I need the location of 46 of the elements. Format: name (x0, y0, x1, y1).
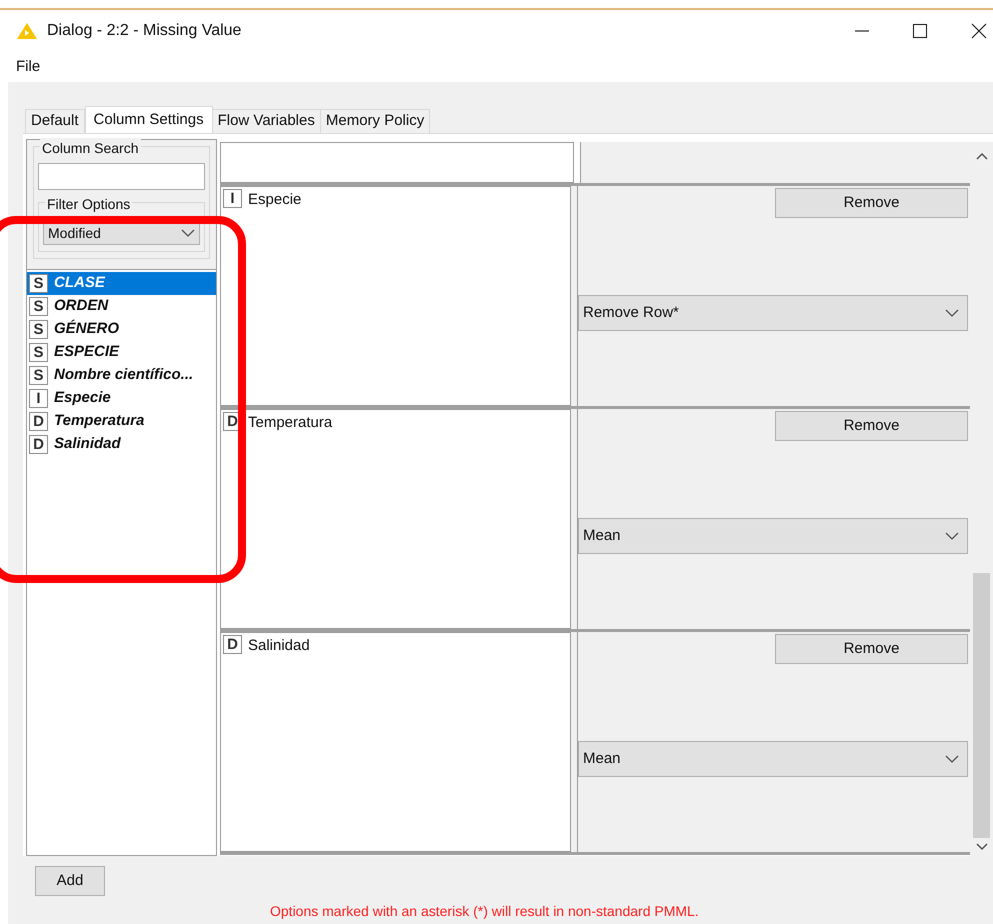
type-icon: D (29, 412, 48, 431)
scroll-thumb[interactable] (973, 573, 990, 838)
method-dropdown[interactable]: Remove Row* (578, 295, 968, 331)
maximize-icon[interactable] (913, 24, 927, 38)
type-icon: S (29, 366, 48, 385)
type-icon: S (29, 343, 48, 362)
tab[interactable]: Memory Policy (320, 109, 430, 133)
type-icon: D (223, 635, 242, 654)
type-icon: S (29, 297, 48, 316)
remove-button[interactable]: Remove (775, 634, 968, 664)
search-field[interactable] (38, 163, 205, 190)
close-icon[interactable] (971, 23, 987, 39)
tab[interactable]: Column Settings (84, 106, 213, 133)
column-name: Especie (248, 190, 302, 210)
type-icon: S (29, 274, 48, 293)
column-list-item[interactable]: S GÉNERO (27, 318, 216, 341)
chevron-down-icon (945, 755, 959, 763)
type-icon: I (223, 189, 242, 208)
type-icon: D (29, 435, 48, 454)
type-icon: I (29, 389, 48, 408)
chevron-down-icon (181, 229, 195, 237)
column-list-item[interactable]: S Nombre científico... (27, 364, 216, 387)
scroll-down-icon[interactable] (976, 843, 988, 851)
method-dropdown[interactable]: Mean (578, 741, 968, 777)
column-list-item[interactable]: S CLASE (27, 272, 216, 295)
column-name: Temperatura (248, 413, 332, 433)
remove-button[interactable]: Remove (775, 188, 968, 218)
add-button[interactable]: Add (35, 866, 105, 896)
column-list-item[interactable]: S ESPECIE (27, 341, 216, 364)
menu-item[interactable]: File (16, 56, 40, 78)
column-list-item[interactable]: D Salinidad (27, 433, 216, 456)
chevron-down-icon (945, 309, 959, 317)
column-list-item[interactable]: D Temperatura (27, 410, 216, 433)
chevron-down-icon (945, 532, 959, 540)
column-list-item[interactable]: S ORDEN (27, 295, 216, 318)
warning-note: Options marked with an asterisk (*) will result in non-standard PMML. (270, 902, 699, 921)
type-icon: S (29, 320, 48, 339)
method-dropdown[interactable]: Mean (578, 518, 968, 554)
warning-triangle-icon (16, 22, 38, 40)
scrollbar[interactable] (970, 142, 993, 856)
window-title: Dialog - 2:2 - Missing Value (47, 21, 242, 41)
column-name: Salinidad (248, 636, 310, 656)
tab[interactable]: Default (25, 109, 85, 133)
column-list-item[interactable]: I Especie (27, 387, 216, 410)
scroll-up-icon[interactable] (976, 152, 988, 160)
remove-button[interactable]: Remove (775, 411, 968, 441)
